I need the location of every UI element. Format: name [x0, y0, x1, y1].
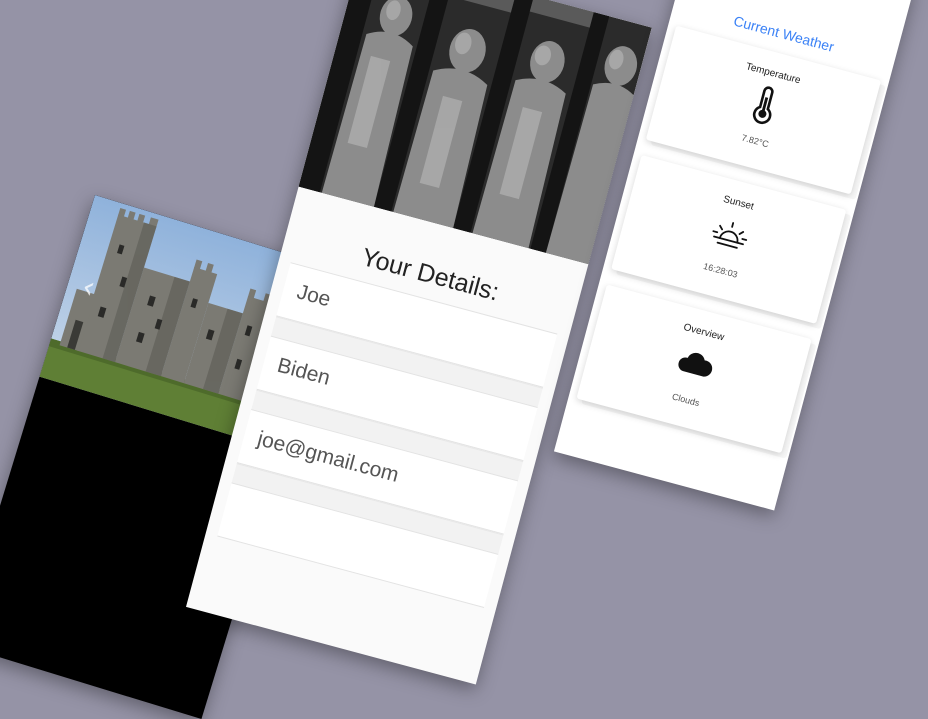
last-name-value: Biden	[274, 353, 333, 390]
cloud-icon	[678, 352, 713, 377]
statues-photo	[298, 0, 652, 265]
first-name-value: Joe	[294, 280, 334, 312]
sunset-icon	[712, 222, 748, 249]
chevron-left-icon: ‹	[77, 268, 100, 306]
thermometer-icon	[752, 86, 774, 125]
